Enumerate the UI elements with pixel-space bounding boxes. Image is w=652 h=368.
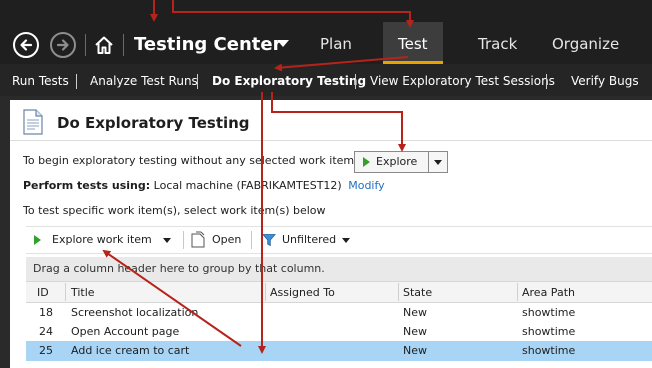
cell-id: 25 [39,344,53,357]
cell-id: 18 [39,306,53,319]
cell-state: New [403,306,427,319]
cell-id: 24 [39,325,53,338]
home-button[interactable] [93,34,115,56]
filter-icon [262,232,276,247]
subnav-view-exploratory-sessions[interactable]: View Exploratory Test Sessions [370,74,555,89]
cell-area-path: showtime [522,344,576,357]
explore-button[interactable]: Explore [354,151,429,173]
separator [197,74,198,89]
subnav-analyze-test-runs[interactable]: Analyze Test Runs [90,74,198,89]
separator [183,231,184,249]
column-separator[interactable] [65,283,66,301]
document-icon [22,109,44,135]
forward-button[interactable] [50,32,76,58]
play-icon [34,235,41,245]
specific-work-items-text: To test specific work item(s), select wo… [23,204,326,217]
caret-down-icon[interactable] [342,238,350,243]
separator [251,231,252,249]
open-button[interactable]: Open [212,233,241,247]
separator [546,74,547,89]
caret-down-icon[interactable] [163,238,171,243]
cell-area-path: showtime [522,325,576,338]
intro-text: To begin exploratory testing without any… [23,154,364,167]
cell-title: Add ice cream to cart [71,344,190,357]
subnav-do-exploratory-testing[interactable]: Do Exploratory Testing [212,74,366,89]
column-separator[interactable] [398,283,399,301]
tab-test[interactable]: Test [398,34,428,54]
separator [85,34,86,56]
caret-down-icon [434,160,442,165]
column-header-area-path[interactable]: Area Path [522,286,575,300]
separator [123,34,124,56]
back-arrow-icon [20,39,33,51]
subnav-run-tests[interactable]: Run Tests [12,74,69,89]
home-icon [95,36,113,54]
column-separator[interactable] [265,283,266,301]
column-header-id[interactable]: ID [37,286,49,300]
perform-value: Local machine (FABRIKAMTEST12) [153,179,342,192]
explore-work-item-button[interactable]: Explore work item [52,233,152,247]
hub-title: Testing Center [134,34,282,55]
modify-link[interactable]: Modify [348,179,384,192]
column-separator[interactable] [517,283,518,301]
cell-title: Screenshot localization [71,306,199,319]
hub-title-caret-icon[interactable] [277,40,289,47]
play-icon [363,157,370,167]
table-row-selected[interactable]: 25 Add ice cream to cart New showtime [26,341,652,361]
forward-arrow-icon [56,39,69,51]
column-header-assigned-to[interactable]: Assigned To [270,286,335,300]
column-header-state[interactable]: State [403,286,432,300]
filter-dropdown[interactable]: Unfiltered [282,233,336,247]
perform-label: Perform tests using: [23,179,151,192]
perform-tests-line: Perform tests using: Local machine (FABR… [23,179,385,193]
divider [10,140,652,141]
cell-area-path: showtime [522,306,576,319]
group-by-hint: Drag a column header here to group by th… [33,262,325,275]
tab-plan[interactable]: Plan [320,34,352,54]
back-button[interactable] [13,32,39,58]
explore-button-label: Explore [376,155,418,168]
tab-track[interactable]: Track [478,34,517,54]
separator [355,74,356,89]
page-title: Do Exploratory Testing [57,114,250,132]
cell-state: New [403,325,427,338]
separator [76,74,77,89]
open-document-icon [191,231,205,248]
explore-dropdown-button[interactable] [428,151,448,173]
cell-state: New [403,344,427,357]
tab-organize[interactable]: Organize [552,34,619,54]
table-row[interactable]: 24 Open Account page New showtime [26,322,652,342]
column-header-title[interactable]: Title [71,286,95,300]
subnav-verify-bugs[interactable]: Verify Bugs [571,74,639,89]
table-row[interactable]: 18 Screenshot localization New showtime [26,303,652,323]
cell-title: Open Account page [71,325,180,338]
